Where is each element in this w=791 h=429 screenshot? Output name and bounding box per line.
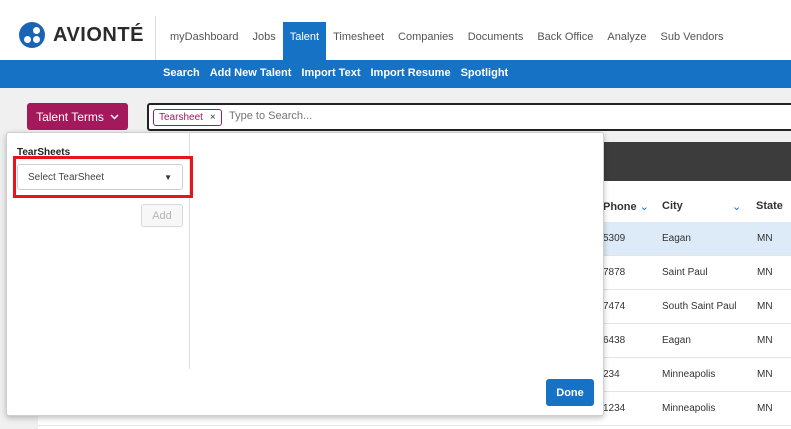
nav-divider xyxy=(155,16,156,60)
subnav-search[interactable]: Search xyxy=(163,67,200,79)
close-icon[interactable]: × xyxy=(210,112,216,123)
tearsheet-filter-chip[interactable]: Tearsheet × xyxy=(153,109,222,126)
phone-cell: 1234 xyxy=(603,403,626,414)
phone-cell: 7474 xyxy=(603,301,626,312)
phone-cell: 5309 xyxy=(603,233,626,244)
add-button[interactable]: Add xyxy=(141,204,183,227)
chevron-down-icon xyxy=(110,113,119,120)
nav-item-analyze[interactable]: Analyze xyxy=(600,22,653,60)
logo-text: AVIONTÉ xyxy=(53,23,144,46)
sub-nav-bar: Search Add New Talent Import Text Import… xyxy=(0,60,791,88)
avionte-logo[interactable]: AVIONTÉ xyxy=(19,22,144,48)
phone-cell: 7878 xyxy=(603,267,626,278)
sub-nav: Search Add New Talent Import Text Import… xyxy=(163,67,508,79)
state-cell: MN xyxy=(757,233,773,244)
search-input[interactable] xyxy=(229,110,629,122)
state-cell: MN xyxy=(757,369,773,380)
talent-terms-button[interactable]: Talent Terms xyxy=(27,103,128,130)
nav-item-back-office[interactable]: Back Office xyxy=(530,22,600,60)
city-cell: Eagan xyxy=(662,233,691,244)
phone-cell: 6438 xyxy=(603,335,626,346)
state-cell: MN xyxy=(757,301,773,312)
nav-item-documents[interactable]: Documents xyxy=(461,22,531,60)
chip-label: Tearsheet xyxy=(159,112,203,123)
city-cell: Minneapolis xyxy=(662,369,716,380)
avionte-logo-icon xyxy=(19,22,45,48)
nav-item-companies[interactable]: Companies xyxy=(391,22,461,60)
subnav-add-new-talent[interactable]: Add New Talent xyxy=(210,67,292,79)
sort-chevron-icon: ⌄ xyxy=(639,201,649,213)
subnav-import-text[interactable]: Import Text xyxy=(301,67,360,79)
main-nav: myDashboard Jobs Talent Timesheet Compan… xyxy=(163,22,731,60)
state-cell: MN xyxy=(757,335,773,346)
city-cell: Saint Paul xyxy=(662,267,708,278)
phone-cell: 234 xyxy=(603,369,620,380)
state-cell: MN xyxy=(757,267,773,278)
column-header-city[interactable]: City ⌄ xyxy=(662,200,741,213)
city-cell: Minneapolis xyxy=(662,403,716,414)
city-cell: South Saint Paul xyxy=(662,301,737,312)
nav-item-talent[interactable]: Talent xyxy=(282,22,327,60)
subnav-spotlight[interactable]: Spotlight xyxy=(461,67,509,79)
column-header-phone[interactable]: Phone ⌄ xyxy=(603,200,649,213)
nav-item-sub-vendors[interactable]: Sub Vendors xyxy=(654,22,731,60)
search-bar[interactable]: Tearsheet × xyxy=(147,103,791,131)
column-header-state[interactable]: State xyxy=(756,200,783,212)
city-cell: Eagan xyxy=(662,335,691,346)
top-header: AVIONTÉ myDashboard Jobs Talent Timeshee… xyxy=(0,0,791,60)
done-button[interactable]: Done xyxy=(546,379,594,406)
nav-item-timesheet[interactable]: Timesheet xyxy=(326,22,391,60)
talent-terms-label: Talent Terms xyxy=(36,109,104,124)
state-cell: MN xyxy=(757,403,773,414)
highlight-annotation xyxy=(13,156,193,198)
nav-item-jobs[interactable]: Jobs xyxy=(245,22,282,60)
nav-item-mydashboard[interactable]: myDashboard xyxy=(163,22,245,60)
subnav-import-resume[interactable]: Import Resume xyxy=(370,67,450,79)
chevron-down-icon: ⌄ xyxy=(732,201,742,213)
